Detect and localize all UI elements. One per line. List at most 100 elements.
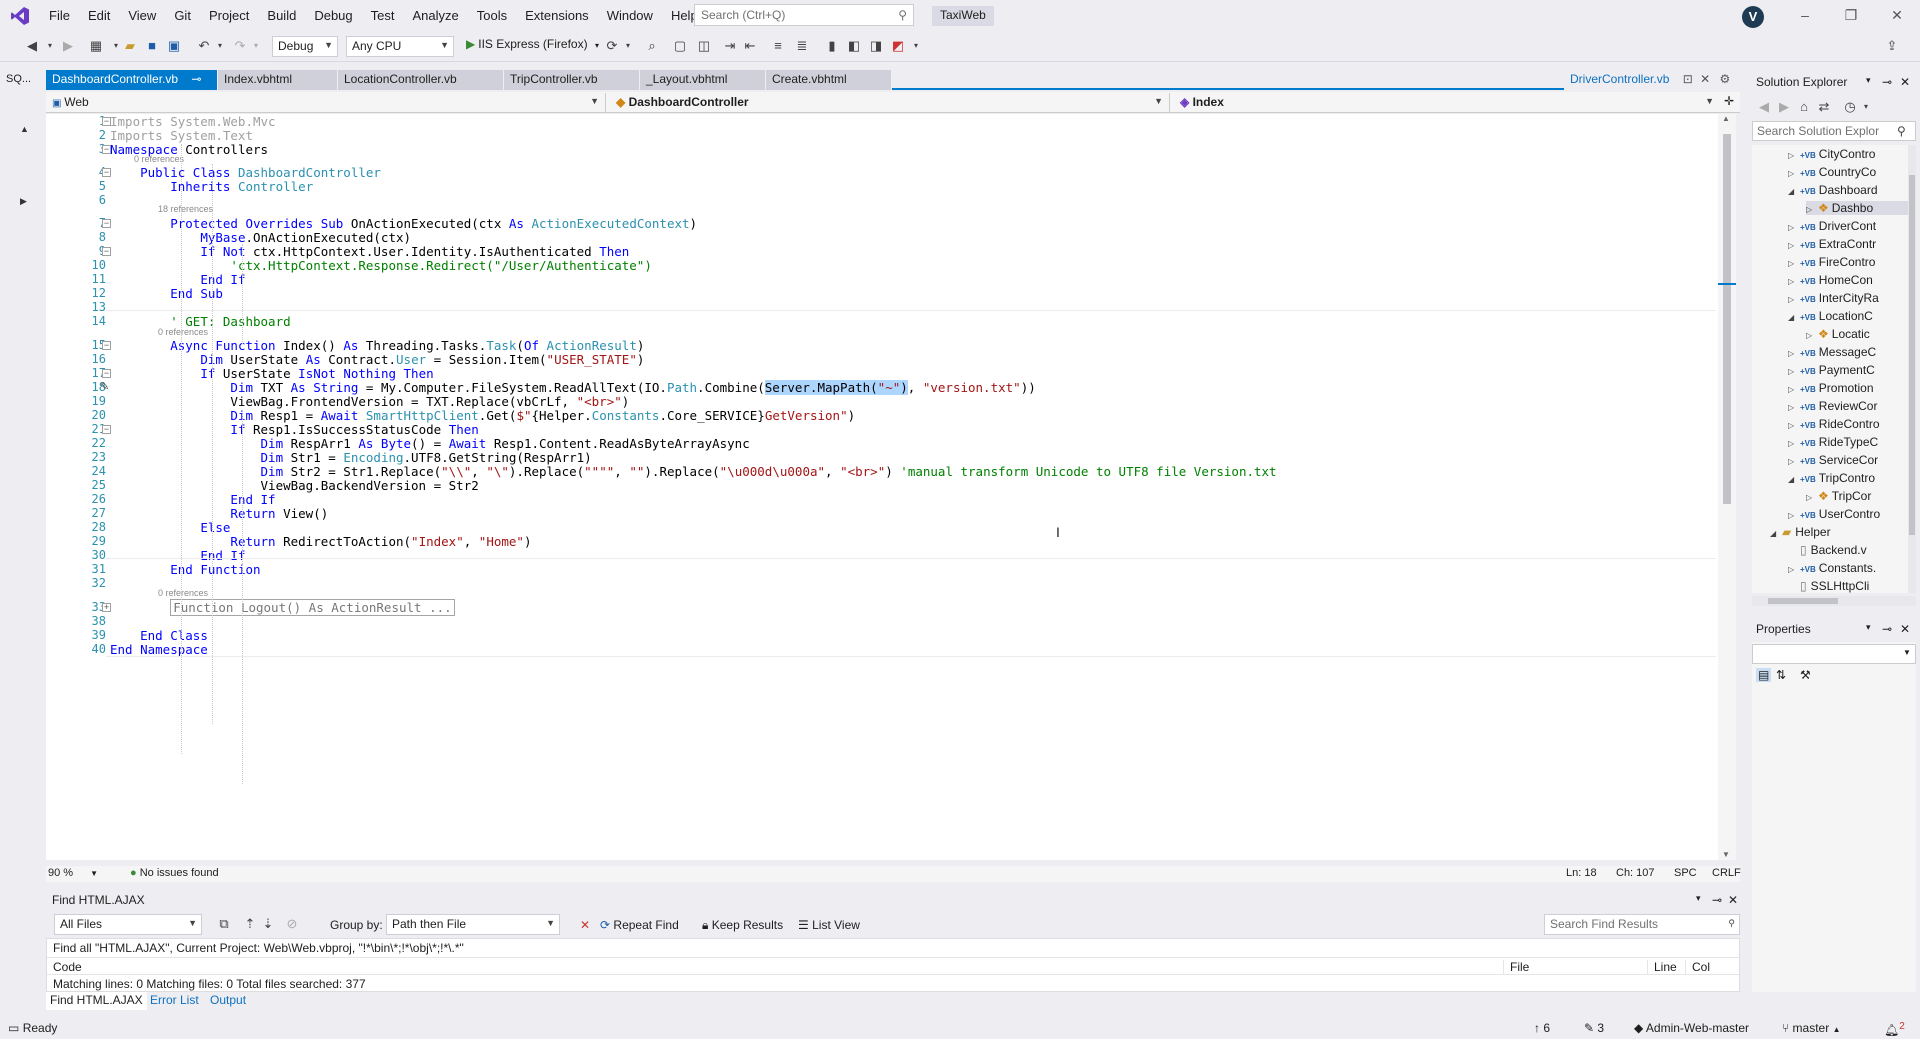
code-line[interactable]: If UserState IsNot Nothing Then (110, 366, 433, 381)
avatar[interactable]: V (1742, 6, 1764, 28)
tree-item[interactable]: ▷ +VB Constants. (1788, 561, 1876, 575)
redo-dropdown-icon[interactable]: ▾ (248, 38, 264, 54)
scope-dropdown[interactable]: All Files ▼ (54, 914, 202, 935)
menu-git[interactable]: Git (165, 0, 200, 31)
stop-search-icon[interactable]: ✕ (580, 918, 590, 932)
close-icon[interactable]: ✕ (1900, 75, 1910, 89)
member-dropdown[interactable]: ◈ Index ▼ (1174, 93, 1720, 112)
tree-item[interactable]: ◢ +VB LocationC (1788, 309, 1873, 323)
copy-icon[interactable]: ⧉ (216, 916, 232, 932)
collapsed-arrow-icon[interactable]: ▷ (1806, 205, 1818, 214)
collapsed-arrow-icon[interactable]: ▷ (1806, 493, 1818, 502)
code-line[interactable]: Protected Overrides Sub OnActionExecuted… (110, 216, 697, 231)
scroll-up-icon[interactable]: ▲ (1722, 114, 1730, 123)
window-position-icon[interactable]: ▾ (1866, 622, 1871, 633)
solution-explorer-tree[interactable]: ▷ +VB CityContro ▷ +VB CountryCo ◢ +VB Dashboard… (1752, 145, 1916, 593)
search-find-results-input[interactable]: Search Find Results ⚲ (1544, 914, 1740, 935)
menu-view[interactable]: View (119, 0, 165, 31)
code-line[interactable]: MyBase.OnActionExecuted(ctx) (110, 230, 411, 245)
menu-file[interactable]: File (40, 0, 79, 31)
save-icon[interactable]: ■ (144, 38, 160, 54)
promote-icon[interactable]: ⊡ (1683, 72, 1693, 86)
notifications-indicator[interactable]: 🔔︎2 (1884, 1021, 1905, 1037)
back-dropdown-icon[interactable]: ▾ (42, 38, 58, 54)
code-line[interactable]: Dim Str2 = Str1.Replace("\\", "\").Repla… (110, 464, 1277, 479)
code-line[interactable]: Dim Str1 = Encoding.UTF8.GetString(RespA… (110, 450, 592, 465)
commits-ahead-indicator[interactable]: ↑ 6 (1534, 1021, 1550, 1035)
collapse-region-icon[interactable]: − (102, 247, 111, 256)
tab-find-results[interactable]: Find HTML.AJAX (46, 992, 147, 1010)
indent-icon[interactable]: ⇥ (722, 38, 738, 54)
code-line[interactable]: Public Class DashboardController (110, 165, 381, 180)
refresh-icon[interactable]: ⟳ (604, 38, 620, 54)
next-result-icon[interactable]: ⇣ (260, 916, 276, 932)
close-icon[interactable]: ✕ (1700, 72, 1710, 86)
comment-lines-icon[interactable]: ≡ (770, 38, 786, 54)
menu-edit[interactable]: Edit (79, 0, 119, 31)
forward-navigation-icon[interactable]: ▶ (60, 38, 76, 54)
collapsed-arrow-icon[interactable]: ▷ (1806, 331, 1818, 340)
tree-item[interactable]: ▷ +VB RideContro (1788, 417, 1880, 431)
vertical-scrollbar[interactable]: ▲ ▼ (1718, 114, 1736, 860)
categorized-icon[interactable]: ▤ (1756, 668, 1772, 682)
menu-build[interactable]: Build (258, 0, 305, 31)
code-line[interactable]: End If (110, 548, 245, 563)
visual-studio-logo-icon[interactable] (0, 0, 40, 31)
tree-item[interactable]: ▷ +VB CountryCo (1788, 165, 1876, 179)
collapsed-arrow-icon[interactable]: ▷ (1788, 169, 1800, 178)
group-by-dropdown[interactable]: Path then File ▼ (386, 914, 560, 935)
filter-dropdown-icon[interactable]: ▾ (1858, 99, 1874, 115)
open-folder-icon[interactable]: ▰ (122, 38, 138, 54)
configuration-dropdown[interactable]: Debug ▼ (272, 36, 338, 57)
code-line[interactable]: End Namespace (110, 642, 208, 657)
collapsed-arrow-icon[interactable]: ▷ (1788, 151, 1800, 160)
collapsed-arrow-icon[interactable]: ▷ (1788, 349, 1800, 358)
collapsed-arrow-icon[interactable]: ▷ (1788, 403, 1800, 412)
refresh-dropdown-icon[interactable]: ▾ (620, 38, 636, 54)
tree-item[interactable]: ▯ SSLHttpCli (1788, 579, 1869, 593)
issues-indicator[interactable]: ● No issues found (130, 867, 219, 879)
tree-horizontal-scrollbar[interactable] (1752, 596, 1916, 606)
tree-item[interactable]: ◢ +VB TripContro (1788, 471, 1875, 485)
menu-analyze[interactable]: Analyze (403, 0, 467, 31)
collapsed-arrow-icon[interactable]: ▷ (1788, 565, 1800, 574)
pin-icon[interactable]: ⊸ (1882, 75, 1892, 89)
zoom-dropdown[interactable]: 90 % ▼ (48, 867, 98, 879)
code-line[interactable]: End If (110, 272, 245, 287)
alphabetical-icon[interactable]: ⇅ (1776, 668, 1786, 682)
collapsed-arrow-icon[interactable]: ▷ (1788, 241, 1800, 250)
tree-item[interactable]: ▷ +VB UserContro (1788, 507, 1880, 521)
previous-bookmark-icon[interactable]: ◧ (846, 38, 862, 54)
tree-vertical-scrollbar[interactable] (1908, 145, 1916, 593)
code-line[interactable]: 'ctx.HttpContext.Response.Redirect("/Use… (110, 258, 651, 273)
tab-error-list[interactable]: Error List (146, 992, 203, 1010)
collapse-region-icon[interactable]: − (102, 369, 111, 378)
split-editor-icon[interactable]: ✛ (1724, 94, 1734, 108)
tree-item[interactable]: ▷ +VB RideTypeC (1788, 435, 1878, 449)
scrollbar-thumb[interactable] (1768, 598, 1838, 604)
gear-icon[interactable]: ⚙ (1720, 72, 1731, 86)
code-line[interactable]: Return RedirectToAction("Index", "Home") (110, 534, 531, 549)
code-line[interactable]: End Function (110, 562, 260, 577)
list-view-button[interactable]: ☰ List View (798, 918, 860, 932)
collapsed-arrow-icon[interactable]: ▷ (1788, 277, 1800, 286)
uncomment-lines-icon[interactable]: ≣ (794, 38, 810, 54)
tree-item[interactable]: ▷ +VB ServiceCor (1788, 453, 1878, 467)
collapse-region-icon[interactable]: − (102, 168, 111, 177)
tab-output[interactable]: Output (206, 992, 250, 1010)
code-line[interactable]: Dim TXT As String = My.Computer.FileSyst… (110, 380, 1036, 395)
class-dropdown[interactable]: ◆ DashboardController ▼ (610, 93, 1170, 112)
collapse-arrow-icon[interactable]: ▲ (20, 124, 29, 134)
close-window-button[interactable]: ✕ (1874, 0, 1920, 31)
tree-item[interactable]: ▷ ❖ Dashbo (1806, 201, 1916, 215)
undo-dropdown-icon[interactable]: ▾ (212, 38, 228, 54)
tree-item[interactable]: ▷ +VB MessageC (1788, 345, 1876, 359)
tree-item[interactable]: ▷ +VB ExtraContr (1788, 237, 1876, 251)
back-navigation-icon[interactable]: ◀ (24, 38, 40, 54)
collapsed-arrow-icon[interactable]: ▷ (1788, 295, 1800, 304)
tab-dashboardcontroller[interactable]: DashboardController.vb ⊸ ✕ (46, 70, 218, 105)
window-position-icon[interactable]: ▾ (1696, 893, 1701, 904)
code-line[interactable]: ViewBag.FrontendVersion = TXT.Replace(vb… (110, 394, 629, 409)
tab-index-vbhtml[interactable]: Index.vbhtml (218, 70, 338, 90)
project-dropdown[interactable]: ▣ Web ▼ (46, 93, 606, 112)
